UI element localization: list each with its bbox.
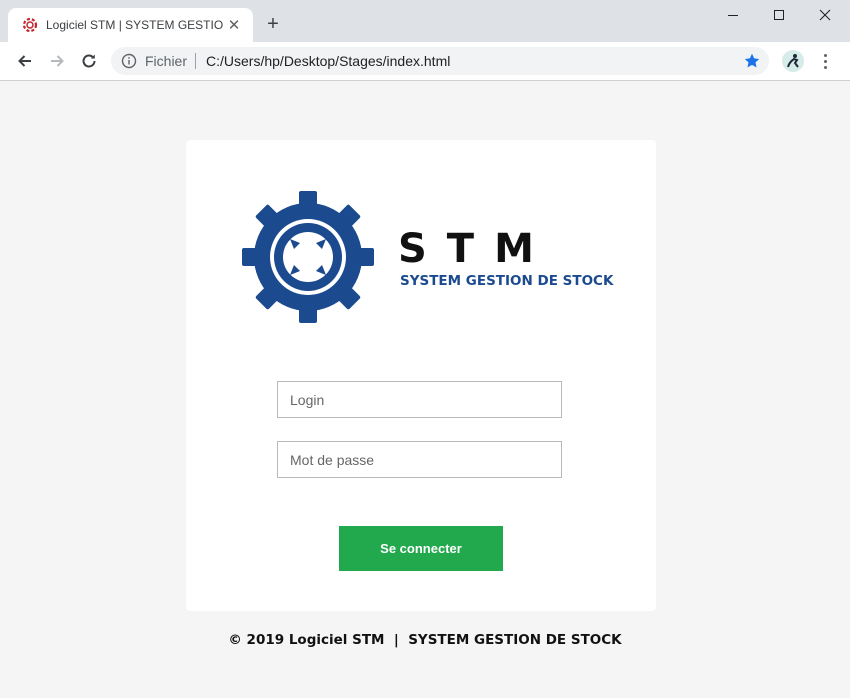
stm-gear-logo-icon bbox=[240, 189, 376, 325]
close-tab-icon[interactable]: ✕ bbox=[225, 16, 243, 34]
address-divider bbox=[195, 53, 197, 69]
brand-name: STM bbox=[398, 226, 554, 272]
scheme-label: Fichier bbox=[145, 53, 188, 69]
login-submit-button[interactable]: Se connecter bbox=[339, 526, 503, 571]
footer-copyright: © 2019 Logiciel STM | SYSTEM GESTION DE … bbox=[228, 632, 622, 648]
minimize-icon[interactable] bbox=[710, 0, 756, 30]
address-bar[interactable]: Fichier C:/Users/hp/Desktop/Stages/index… bbox=[111, 47, 769, 75]
maximize-icon[interactable] bbox=[756, 0, 802, 30]
browser-tab[interactable]: Logiciel STM | SYSTEM GESTION ✕ bbox=[8, 8, 253, 42]
forward-arrow-icon[interactable] bbox=[46, 50, 68, 72]
tab-title: Logiciel STM | SYSTEM GESTION bbox=[46, 18, 224, 32]
info-icon[interactable] bbox=[121, 53, 137, 69]
reload-icon[interactable] bbox=[78, 50, 100, 72]
url-text[interactable]: C:/Users/hp/Desktop/Stages/index.html bbox=[206, 53, 450, 69]
browser-menu-icon[interactable] bbox=[816, 50, 834, 72]
bookmark-star-icon[interactable] bbox=[743, 52, 761, 70]
close-window-icon[interactable] bbox=[802, 0, 848, 30]
login-input[interactable] bbox=[277, 381, 562, 418]
back-arrow-icon[interactable] bbox=[14, 50, 36, 72]
browser-tab-strip: Logiciel STM | SYSTEM GESTION ✕ + bbox=[0, 0, 850, 42]
stm-favicon-icon bbox=[22, 17, 38, 33]
password-input[interactable] bbox=[277, 441, 562, 478]
login-card: STM SYSTEM GESTION DE STOCK Se connecter bbox=[186, 140, 656, 611]
brand-subtitle: SYSTEM GESTION DE STOCK bbox=[400, 273, 614, 289]
browser-toolbar: Fichier C:/Users/hp/Desktop/Stages/index… bbox=[0, 42, 850, 81]
profile-avatar[interactable] bbox=[782, 50, 804, 72]
new-tab-button[interactable]: + bbox=[262, 13, 284, 35]
page-content: STM SYSTEM GESTION DE STOCK Se connecter… bbox=[0, 81, 850, 698]
